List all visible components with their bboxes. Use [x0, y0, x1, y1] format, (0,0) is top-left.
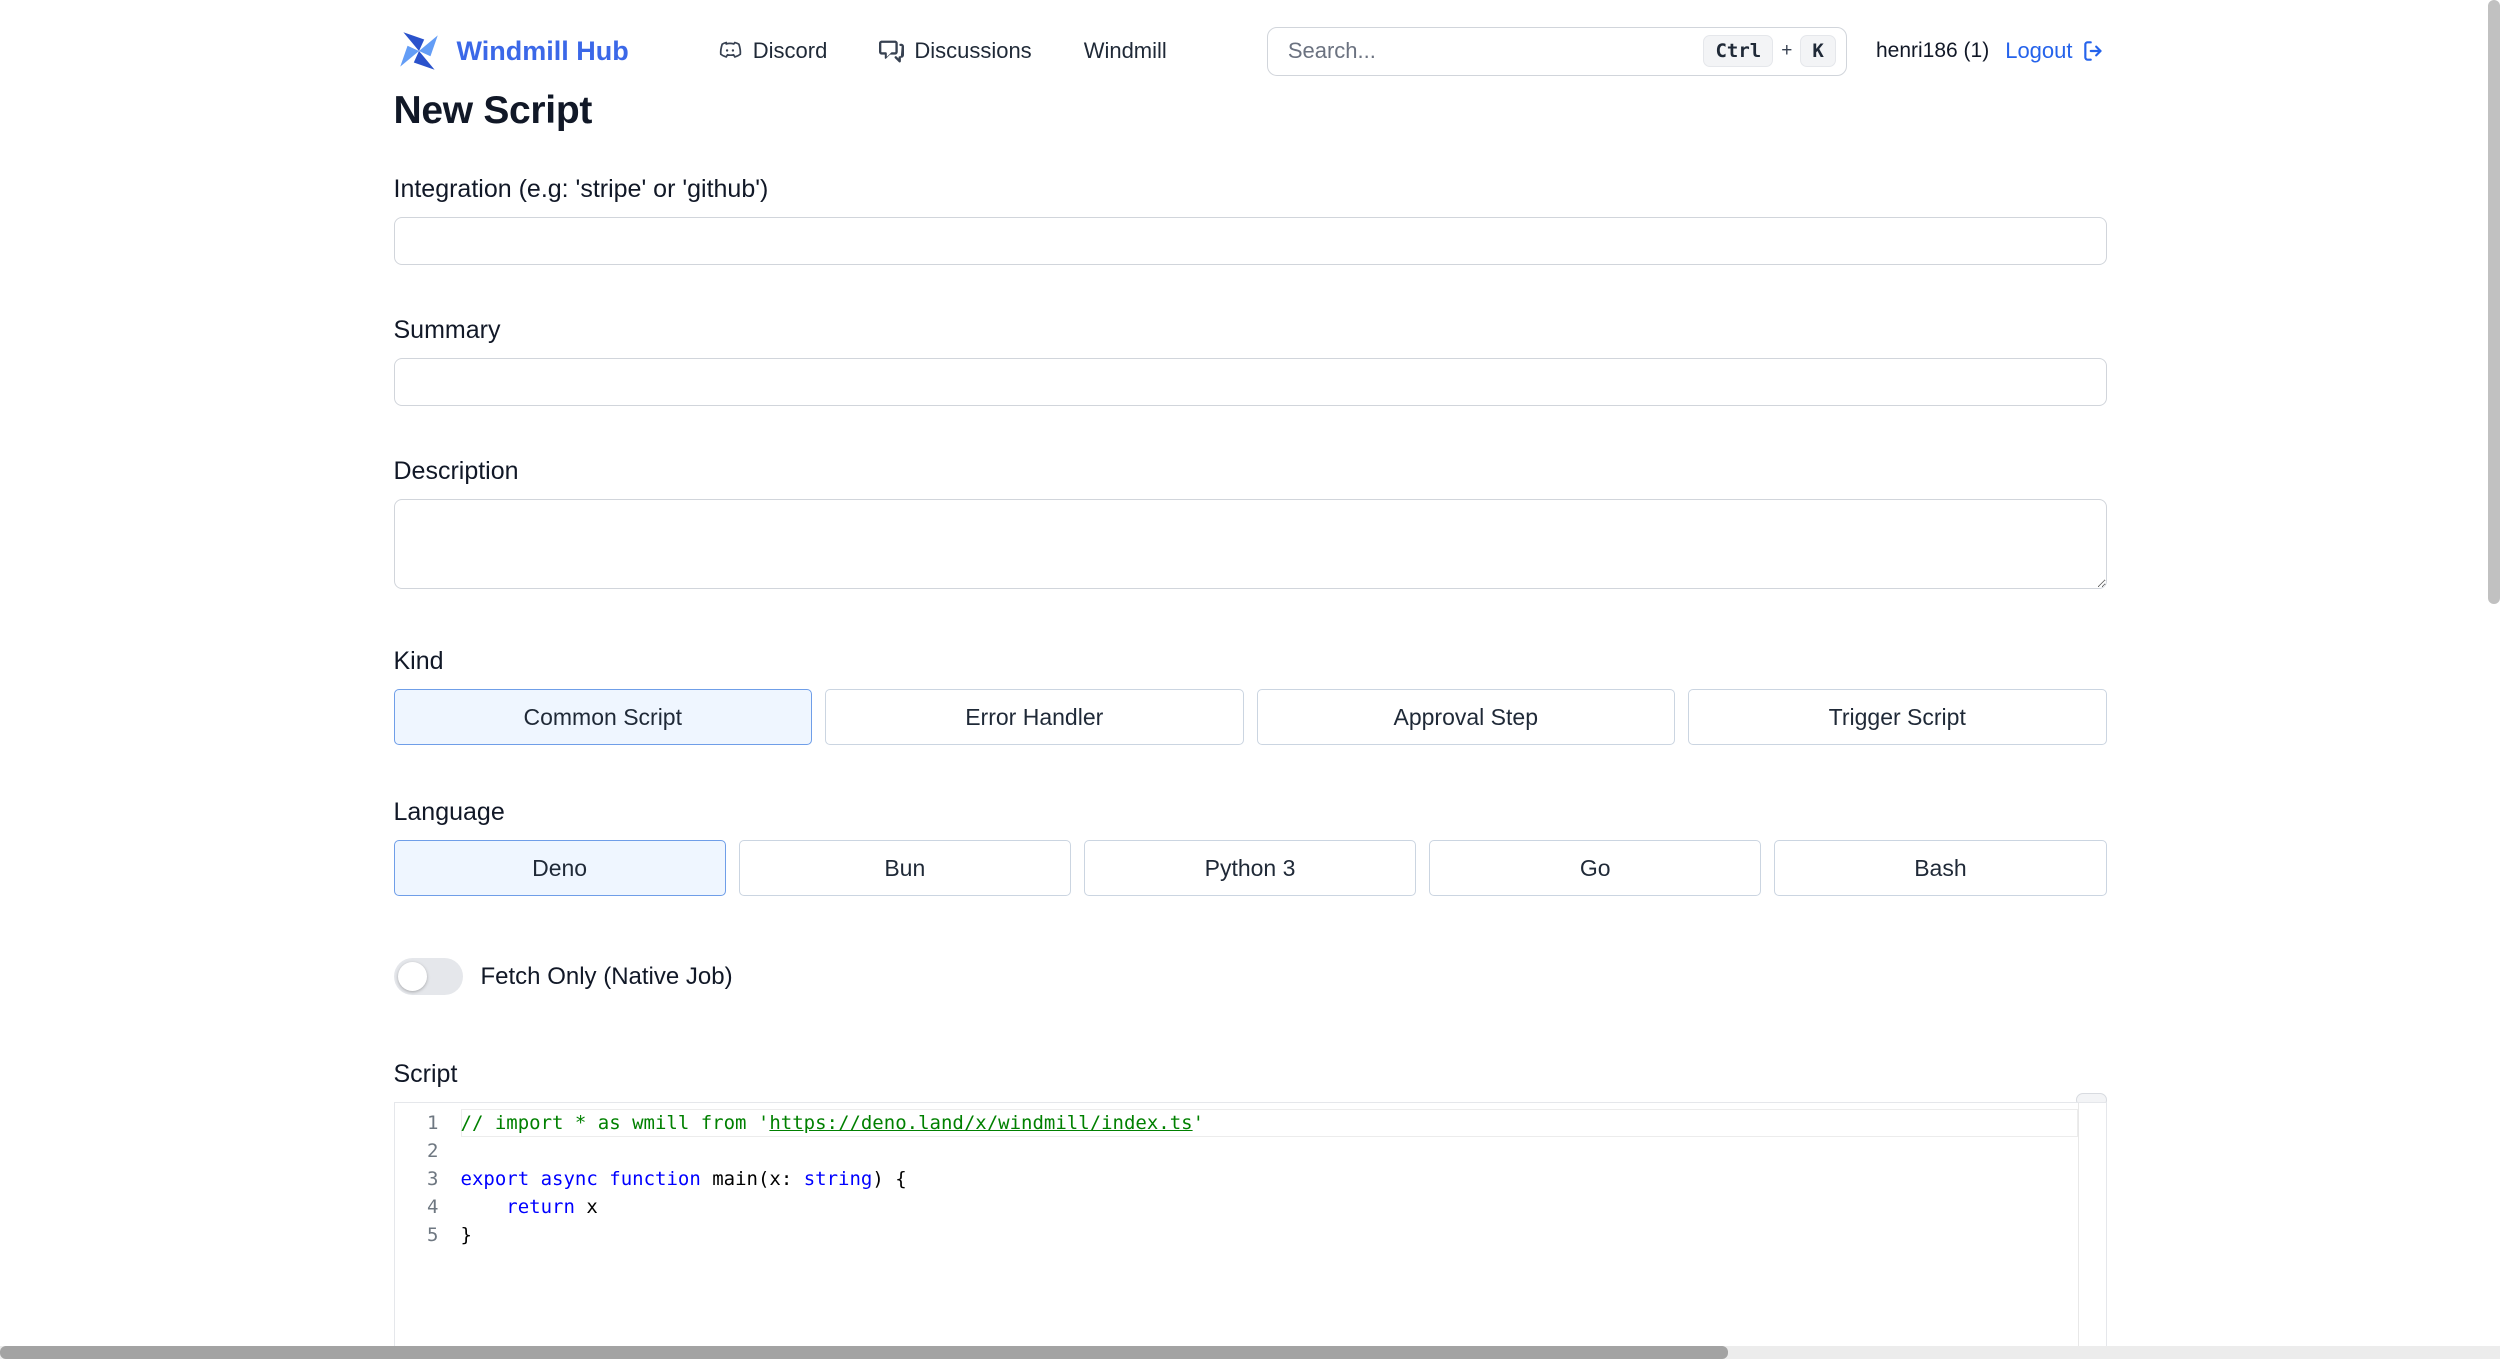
- kbd-k: K: [1800, 35, 1836, 67]
- code-token: ': [1192, 1112, 1205, 1134]
- kind-option-error-handler[interactable]: Error Handler: [825, 689, 1244, 745]
- code-text: // import * as wmill from 'https://deno.…: [461, 1109, 2078, 1137]
- code-token: main(x:: [700, 1168, 804, 1190]
- language-option-go[interactable]: Go: [1429, 840, 1762, 896]
- logout-link[interactable]: Logout: [2005, 38, 2106, 64]
- script-section: Script 1 // import * as wmill from 'http…: [393, 1057, 2107, 1348]
- kind-label: Kind: [393, 647, 444, 675]
- code-token-link[interactable]: https://deno.land/x/windmill/index.ts: [769, 1112, 1192, 1134]
- line-number: 5: [427, 1224, 439, 1246]
- language-options: Deno Bun Python 3 Go Bash: [393, 840, 2107, 896]
- summary-input[interactable]: [393, 358, 2107, 406]
- nav-discussions[interactable]: Discussions: [879, 38, 1032, 64]
- code-token: }: [460, 1224, 472, 1246]
- integration-input[interactable]: [393, 217, 2107, 265]
- windmill-logo-icon: [399, 32, 438, 70]
- kind-options: Common Script Error Handler Approval Ste…: [393, 689, 2107, 745]
- code-token: export: [460, 1168, 530, 1190]
- username: henri186 (1): [1875, 39, 1990, 62]
- code-line: 2: [395, 1137, 2106, 1165]
- code-token: return: [506, 1196, 575, 1218]
- kind-option-trigger-script[interactable]: Trigger Script: [1688, 689, 2107, 745]
- toggle-knob: [397, 962, 427, 991]
- code-token: string: [803, 1168, 873, 1190]
- editor-gutter-line: [2077, 1103, 2079, 1347]
- line-number: 4: [427, 1196, 439, 1218]
- discussions-icon: [879, 40, 905, 62]
- main-nav: Discord Discussions Windmill: [717, 38, 1167, 64]
- kbd-ctrl: Ctrl: [1703, 35, 1774, 67]
- language-option-python3[interactable]: Python 3: [1083, 840, 1417, 896]
- brand[interactable]: Windmill Hub: [394, 26, 629, 76]
- kind-option-common-script[interactable]: Common Script: [393, 689, 812, 745]
- code-token: function: [609, 1168, 701, 1190]
- horizontal-scrollbar-track[interactable]: [0, 1346, 2500, 1359]
- line-number: 3: [427, 1168, 439, 1190]
- language-field: Language Deno Bun Python 3 Go Bash: [393, 795, 2107, 896]
- main-content: New Script Integration (e.g: 'stripe' or…: [393, 86, 2107, 1348]
- summary-label: Summary: [393, 316, 501, 344]
- discord-icon: [719, 41, 741, 58]
- code-text: }: [461, 1221, 2106, 1249]
- page-title: New Script: [393, 89, 593, 132]
- description-label: Description: [393, 457, 519, 485]
- code-token: // import * as wmill from ': [460, 1112, 770, 1134]
- header: Windmill Hub Discord Discussions Windmil…: [0, 0, 2500, 76]
- nav-discord-label: Discord: [752, 38, 828, 63]
- code-line: 5 }: [395, 1221, 2106, 1249]
- code-token: async: [540, 1168, 598, 1190]
- fetch-only-label: Fetch Only (Native Job): [480, 962, 733, 990]
- language-option-bun[interactable]: Bun: [738, 840, 1071, 896]
- language-option-bash[interactable]: Bash: [1774, 840, 2107, 896]
- logout-icon: [2083, 41, 2102, 61]
- code-line: 3 export async function main(x: string) …: [395, 1165, 2106, 1193]
- code-line: 1 // import * as wmill from 'https://den…: [395, 1109, 2106, 1137]
- kind-option-approval-step[interactable]: Approval Step: [1256, 689, 1675, 745]
- description-textarea[interactable]: [393, 499, 2107, 589]
- user-area: henri186 (1) Logout: [1876, 38, 2107, 64]
- summary-field: Summary: [393, 313, 2107, 406]
- search-input[interactable]: [1285, 37, 1704, 65]
- logout-label: Logout: [2005, 38, 2073, 63]
- code-token: x: [574, 1196, 598, 1218]
- description-field: Description: [393, 454, 2107, 594]
- code-editor[interactable]: 1 // import * as wmill from 'https://den…: [393, 1102, 2107, 1348]
- kind-field: Kind Common Script Error Handler Approva…: [393, 644, 2107, 745]
- vertical-scrollbar[interactable]: [2488, 0, 2500, 604]
- code-text: return x: [461, 1193, 2106, 1221]
- language-option-deno[interactable]: Deno: [393, 840, 726, 896]
- script-label: Script: [393, 1060, 458, 1088]
- nav-windmill-label: Windmill: [1083, 38, 1167, 63]
- kbd-plus: +: [1781, 40, 1793, 61]
- fetch-only-toggle[interactable]: [393, 958, 463, 995]
- code-line: 4 return x: [395, 1193, 2106, 1221]
- line-number: 2: [427, 1140, 439, 1162]
- brand-title: Windmill Hub: [456, 35, 629, 66]
- nav-windmill[interactable]: Windmill: [1084, 38, 1167, 64]
- fetch-only-row: Fetch Only (Native Job): [393, 958, 2107, 995]
- horizontal-scrollbar-thumb[interactable]: [0, 1346, 1728, 1359]
- search-box[interactable]: Ctrl + K: [1266, 26, 1847, 76]
- nav-discord[interactable]: Discord: [717, 38, 828, 64]
- code-text: export async function main(x: string) {: [461, 1165, 2106, 1193]
- nav-discussions-label: Discussions: [914, 38, 1032, 63]
- language-label: Language: [393, 798, 505, 826]
- code-token: ) {: [872, 1168, 907, 1190]
- integration-field: Integration (e.g: 'stripe' or 'github'): [393, 172, 2107, 265]
- line-number: 1: [427, 1112, 439, 1134]
- integration-label: Integration (e.g: 'stripe' or 'github'): [393, 175, 769, 203]
